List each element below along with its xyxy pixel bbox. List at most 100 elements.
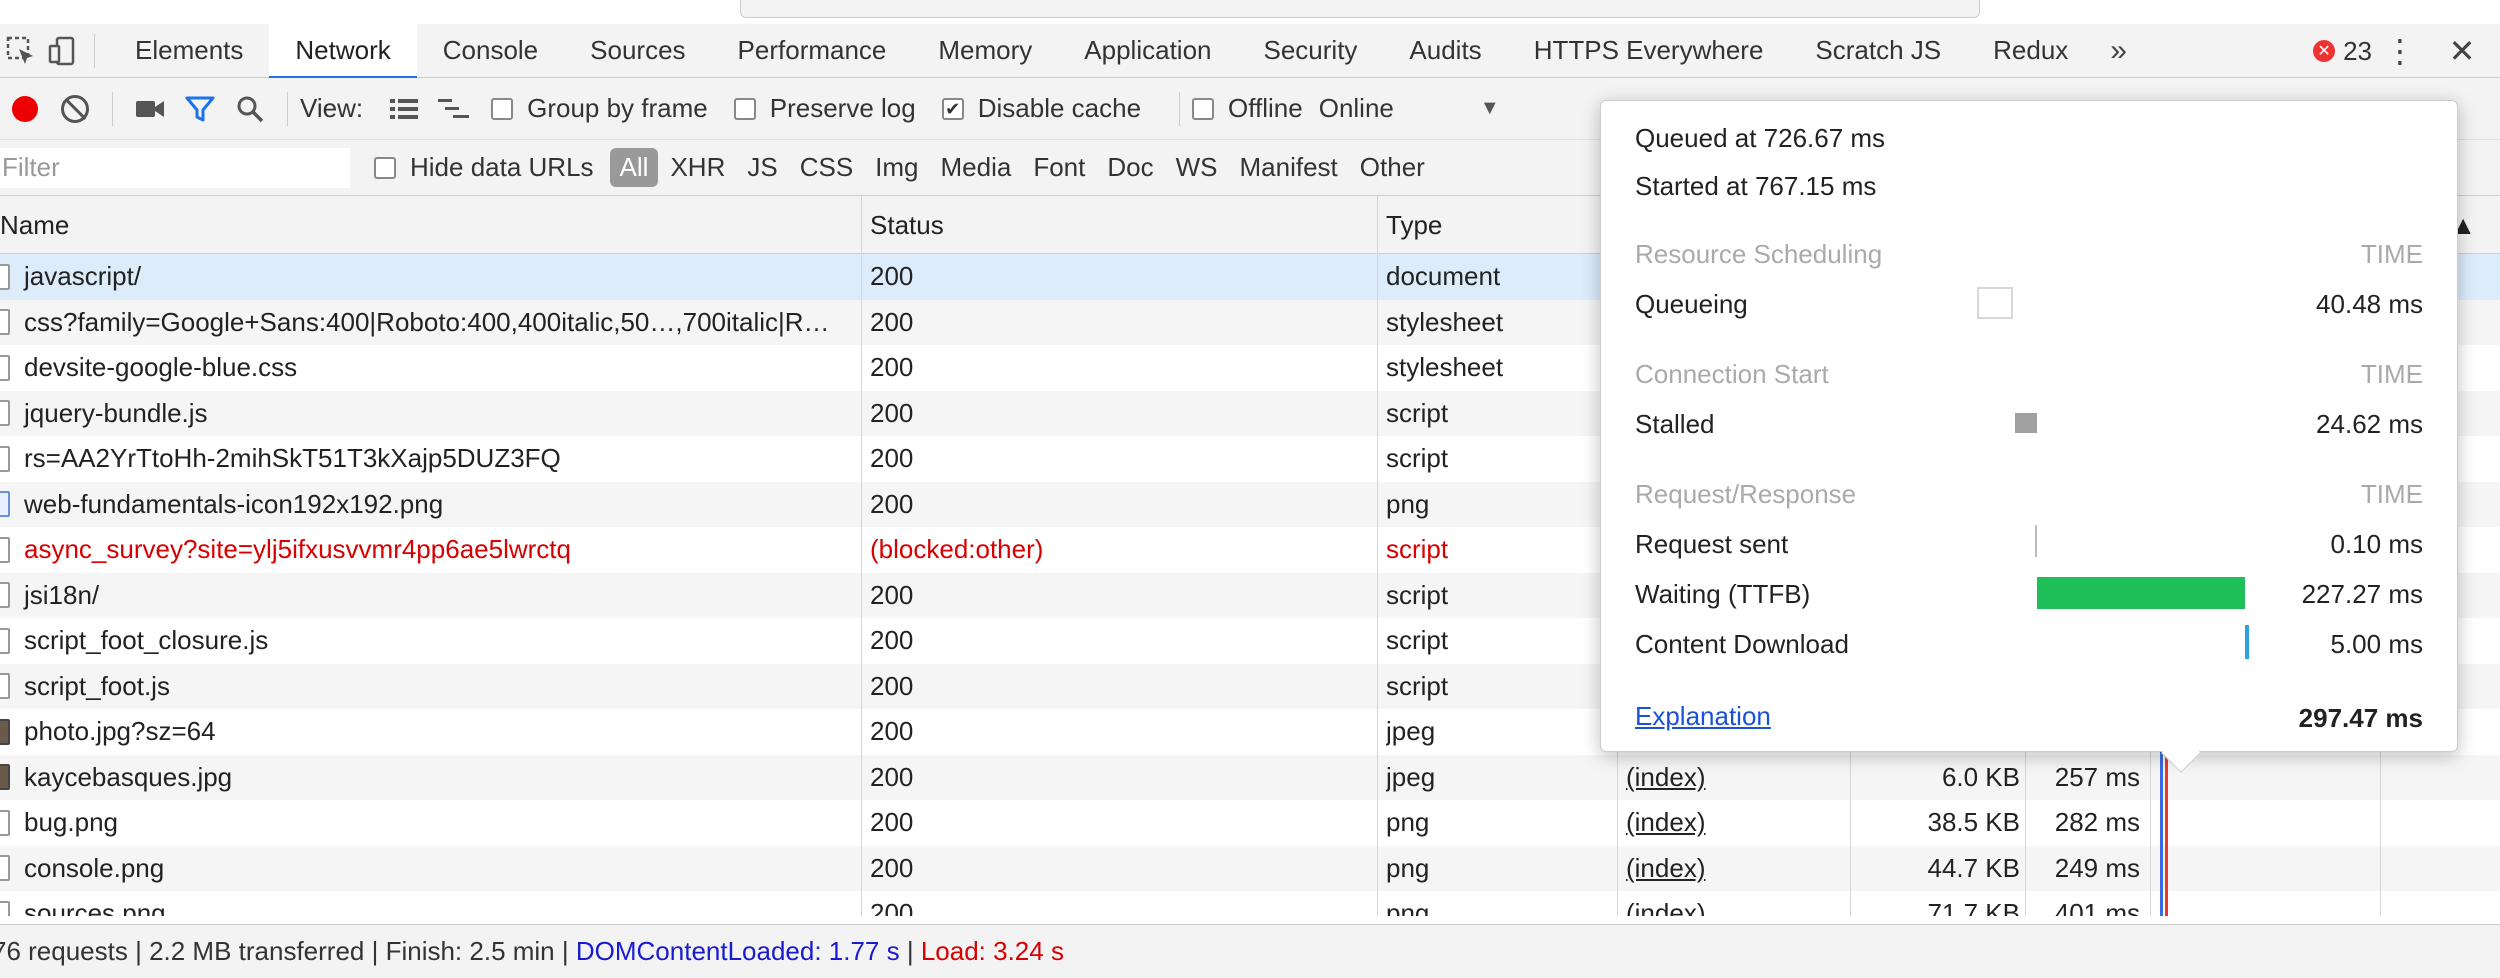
filter-type-css[interactable]: CSS <box>790 148 863 187</box>
request-name-cell: jquery-bundle.js <box>0 391 860 437</box>
search-button[interactable] <box>225 78 275 140</box>
stalled-label: Stalled <box>1635 409 1715 439</box>
section-request-response: Request/Response <box>1635 479 1857 509</box>
time-column-header: TIME <box>2360 479 2423 509</box>
close-icon[interactable]: ✕ <box>2442 24 2482 78</box>
tab-redux[interactable]: Redux <box>1967 24 2094 78</box>
request-name: bug.png <box>24 807 118 838</box>
file-icon <box>0 673 10 700</box>
checkmark-icon: ✔ <box>941 97 964 120</box>
request-name-cell: sources.png <box>0 891 860 916</box>
disable-cache-checkbox[interactable]: ✔ Disable cache <box>941 93 1141 124</box>
inspect-element-icon[interactable] <box>0 24 42 78</box>
request-type: jpeg <box>1386 716 1436 747</box>
group-by-frame-checkbox[interactable]: Group by frame <box>491 93 708 124</box>
table-row[interactable]: sources.png 200 png (index) 71.7 KB 401 ms <box>0 891 2500 916</box>
column-header-status[interactable]: Status <box>862 196 1378 254</box>
file-icon <box>0 263 10 290</box>
request-name-cell: javascript/ <box>0 254 860 300</box>
queueing-bar <box>1977 287 2013 319</box>
request-status: 200 <box>870 397 914 428</box>
request-name: css?family=Google+Sans:400|Roboto:400,40… <box>24 306 830 337</box>
view-label: View: <box>300 93 364 123</box>
preserve-log-checkbox[interactable]: Preserve log <box>733 93 916 124</box>
request-time: 257 ms <box>2054 761 2140 792</box>
hide-data-urls-label: Hide data URLs <box>410 152 594 182</box>
record-button[interactable] <box>0 78 50 140</box>
more-options-icon[interactable]: ⋮ <box>2380 24 2420 78</box>
error-counter[interactable]: ✕ 23 <box>2313 24 2372 78</box>
table-row[interactable]: bug.png 200 png (index) 38.5 KB 282 ms <box>0 800 2500 846</box>
filter-type-font[interactable]: Font <box>1023 148 1095 187</box>
column-divider <box>861 196 862 916</box>
error-icon: ✕ <box>2313 40 2336 62</box>
request-status: 200 <box>870 488 914 519</box>
explanation-link[interactable]: Explanation <box>1635 701 1771 732</box>
toolbar-separator <box>287 91 288 126</box>
clear-button[interactable] <box>50 78 100 140</box>
request-type: stylesheet <box>1386 306 1504 337</box>
filter-type-manifest[interactable]: Manifest <box>1230 148 1348 187</box>
overview-button[interactable] <box>429 78 479 140</box>
request-name: jsi18n/ <box>24 579 100 610</box>
more-tabs-icon[interactable]: » <box>2094 34 2143 68</box>
waiting-ttfb-bar <box>2037 577 2245 609</box>
request-initiator[interactable]: (index) <box>1626 800 1846 846</box>
tab-network[interactable]: Network <box>269 23 418 79</box>
section-connection-start: Connection Start <box>1635 359 1829 389</box>
request-status: 200 <box>870 306 914 337</box>
table-row[interactable]: console.png 200 png (index) 44.7 KB 249 ms <box>0 845 2500 892</box>
tab-audits[interactable]: Audits <box>1383 24 1507 78</box>
request-size: 44.7 KB <box>1927 852 2020 883</box>
filter-type-js[interactable]: JS <box>737 148 787 187</box>
large-rows-button[interactable] <box>379 78 429 140</box>
filter-toggle-button[interactable] <box>175 78 225 140</box>
request-status: 200 <box>870 579 914 610</box>
tab-performance[interactable]: Performance <box>712 24 913 78</box>
filter-type-ws[interactable]: WS <box>1166 148 1228 187</box>
load-time-text: Load: 3.24 s <box>920 936 1064 966</box>
tab-elements[interactable]: Elements <box>109 24 269 78</box>
device-toolbar-icon[interactable] <box>42 24 84 78</box>
request-name-cell: web-fundamentals-icon192x192.png <box>0 482 860 528</box>
request-initiator[interactable]: (index) <box>1626 891 1846 916</box>
table-row[interactable]: kaycebasques.jpg 200 jpeg (index) 6.0 KB 257 … <box>0 754 2500 801</box>
tab-scratch-js[interactable]: Scratch JS <box>1789 24 1967 78</box>
summary-separator: | <box>899 936 921 966</box>
column-header-name[interactable]: Name <box>0 196 862 254</box>
column-divider <box>1377 196 1378 916</box>
request-status: 200 <box>870 352 914 383</box>
request-name: async_survey?site=ylj5ifxusvvmr4pp6ae5lw… <box>24 534 571 565</box>
summary-text: 76 requests | 2.2 MB transferred | Finis… <box>0 936 576 966</box>
hide-data-urls-checkbox[interactable]: Hide data URLs <box>374 152 594 183</box>
request-type: png <box>1386 852 1430 883</box>
request-initiator[interactable]: (index) <box>1626 755 1846 801</box>
filter-type-xhr[interactable]: XHR <box>660 148 735 187</box>
filter-type-all[interactable]: All <box>609 148 659 187</box>
capture-screenshots-button[interactable] <box>125 78 175 140</box>
tab-memory[interactable]: Memory <box>912 24 1058 78</box>
file-icon <box>0 855 10 882</box>
filter-type-doc[interactable]: Doc <box>1097 148 1163 187</box>
column-header-type[interactable]: Type <box>1378 196 1618 254</box>
request-size: 38.5 KB <box>1927 807 2020 838</box>
filter-type-img[interactable]: Img <box>865 148 928 187</box>
request-name-cell: css?family=Google+Sans:400|Roboto:400,40… <box>0 300 860 346</box>
resource-type-filters: All XHR JS CSS Img Media Font Doc WS Manifest Othe… <box>609 148 1437 187</box>
tab-console[interactable]: Console <box>417 24 564 78</box>
tab-security[interactable]: Security <box>1238 24 1384 78</box>
content-download-label: Content Download <box>1635 629 1849 659</box>
request-status: 200 <box>870 761 914 792</box>
filter-type-other[interactable]: Other <box>1350 148 1435 187</box>
request-type: script <box>1386 579 1449 610</box>
throttling-select[interactable]: Online ▼ <box>1319 93 1500 124</box>
tab-sources[interactable]: Sources <box>564 24 711 78</box>
time-column-header: TIME <box>2360 239 2423 269</box>
filter-input[interactable] <box>0 147 350 188</box>
filter-type-media[interactable]: Media <box>931 148 1022 187</box>
tab-application[interactable]: Application <box>1058 24 1237 78</box>
request-initiator[interactable]: (index) <box>1626 846 1846 892</box>
toolbar-separator <box>112 91 113 126</box>
offline-checkbox[interactable]: Offline <box>1192 93 1303 124</box>
tab-https-everywhere[interactable]: HTTPS Everywhere <box>1508 24 1790 78</box>
